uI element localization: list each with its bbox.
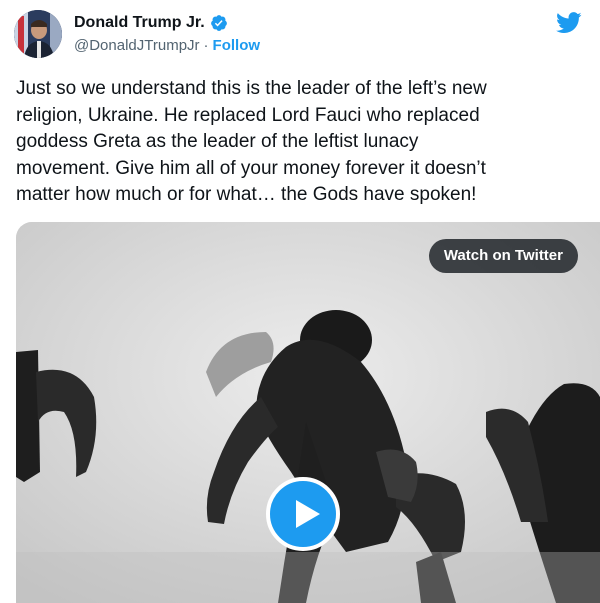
play-icon	[296, 500, 320, 528]
avatar[interactable]	[14, 10, 62, 58]
twitter-bird-icon[interactable]	[556, 12, 582, 34]
play-button[interactable]	[266, 477, 340, 551]
verified-badge-icon	[210, 14, 228, 32]
tweet-text: Just so we understand this is the leader…	[16, 78, 487, 205]
author-name-row[interactable]: Donald Trump Jr.	[74, 14, 228, 32]
handle[interactable]: @DonaldJTrumpJr	[74, 37, 200, 54]
video-media[interactable]: Watch on Twitter	[16, 222, 600, 603]
watch-on-twitter-button[interactable]: Watch on Twitter	[428, 239, 578, 273]
follow-button[interactable]: Follow	[213, 37, 261, 54]
separator-dot: ·	[203, 37, 209, 54]
handle-row: @DonaldJTrumpJr · Follow	[74, 37, 260, 54]
tweet-header: Donald Trump Jr. @DonaldJTrumpJr · Follo…	[14, 10, 586, 62]
display-name[interactable]: Donald Trump Jr.	[74, 14, 205, 32]
